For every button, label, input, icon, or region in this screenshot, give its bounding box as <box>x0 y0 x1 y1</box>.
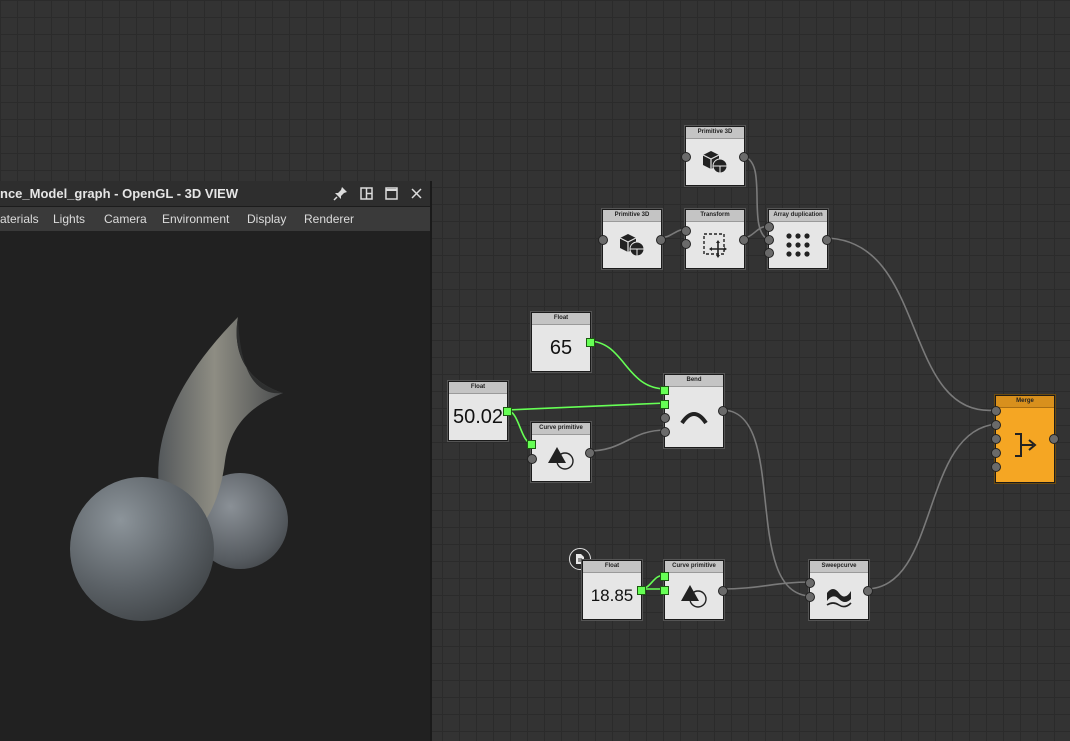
input-port[interactable] <box>660 413 670 423</box>
input-port[interactable] <box>681 152 691 162</box>
3d-view-title: nce_Model_graph - OpenGL - 3D VIEW <box>0 186 239 201</box>
triangle-circle-icon <box>548 447 574 470</box>
input-port[interactable] <box>991 420 1001 430</box>
menu-lights[interactable]: Lights <box>53 212 85 226</box>
node-primitive-3d-left[interactable]: Primitive 3D <box>598 209 666 269</box>
node-title: Transform <box>686 210 744 222</box>
input-port[interactable] <box>764 222 774 232</box>
output-port[interactable] <box>656 235 666 245</box>
node-title: Bend <box>665 375 723 387</box>
node-title: Float <box>532 313 590 325</box>
close-icon[interactable] <box>408 185 425 202</box>
float-value[interactable]: 18.85 <box>591 586 634 606</box>
3d-view-titlebar[interactable]: nce_Model_graph - OpenGL - 3D VIEW <box>0 181 430 207</box>
arc-icon <box>680 412 708 425</box>
input-port[interactable] <box>764 235 774 245</box>
node-bend[interactable]: Bend <box>660 374 728 448</box>
node-array-duplication[interactable]: Array duplication <box>764 209 832 269</box>
menu-environment[interactable]: Environment <box>162 212 229 226</box>
node-title: Curve primitive <box>665 561 723 573</box>
node-title: Array duplication <box>769 210 827 222</box>
wire-float65-to-bend <box>587 340 667 390</box>
node-primitive-3d-top[interactable]: Primitive 3D <box>681 126 749 186</box>
input-port[interactable] <box>991 462 1001 472</box>
node-float-50[interactable]: Float 50.02 <box>448 381 512 441</box>
node-title: Sweepcurve <box>810 561 868 573</box>
input-port[interactable] <box>598 235 608 245</box>
output-port[interactable] <box>739 152 749 162</box>
3d-view-panel: nce_Model_graph - OpenGL - 3D VIEW ateri… <box>0 181 432 741</box>
pin-icon[interactable] <box>332 185 349 202</box>
node-curve-primitive-1[interactable]: Curve primitive <box>527 422 595 482</box>
menu-display[interactable]: Display <box>247 212 286 226</box>
menu-materials[interactable]: aterials <box>0 212 39 226</box>
wire-curve2-to-sweepcurve <box>720 581 812 590</box>
node-merge[interactable]: Merge <box>991 395 1059 483</box>
triangle-circle-icon <box>681 585 707 608</box>
input-port[interactable] <box>805 578 815 588</box>
move-selection-icon <box>703 233 727 258</box>
input-port[interactable] <box>991 406 1001 416</box>
output-port[interactable] <box>718 586 728 596</box>
output-port[interactable] <box>739 235 749 245</box>
wire-bend-to-sweepcurve <box>721 409 812 597</box>
output-port[interactable] <box>585 448 595 458</box>
input-port[interactable] <box>681 226 691 236</box>
input-port[interactable] <box>805 592 815 602</box>
wire-array-to-merge <box>823 237 998 411</box>
input-port[interactable] <box>527 454 537 464</box>
maximize-icon[interactable] <box>383 185 400 202</box>
input-port[interactable] <box>660 427 670 437</box>
input-port[interactable] <box>991 448 1001 458</box>
input-port-connected[interactable] <box>660 400 669 409</box>
wave-icon <box>826 589 852 608</box>
output-port-connected[interactable] <box>637 586 646 595</box>
node-title: Primitive 3D <box>603 210 661 222</box>
input-port[interactable] <box>764 248 774 258</box>
output-port-connected[interactable] <box>586 338 595 347</box>
wire-curve1-to-bend <box>587 429 667 452</box>
output-port-connected[interactable] <box>503 407 512 416</box>
float-value[interactable]: 50.02 <box>453 406 503 429</box>
cube-sphere-icon <box>619 234 645 257</box>
output-port[interactable] <box>1049 434 1059 444</box>
node-title: Float <box>449 382 507 394</box>
node-transform[interactable]: Transform <box>681 209 749 269</box>
wire-sweepcurve-to-merge <box>865 423 998 590</box>
output-port[interactable] <box>718 406 728 416</box>
node-title: Primitive 3D <box>686 127 744 139</box>
grid-dots-icon <box>786 233 810 257</box>
node-title: Curve primitive <box>532 423 590 435</box>
input-port-connected[interactable] <box>660 572 669 581</box>
output-port[interactable] <box>863 586 873 596</box>
3d-view-menubar: aterials Lights Camera Environment Displ… <box>0 207 430 232</box>
menu-camera[interactable]: Camera <box>104 212 147 226</box>
node-title: Merge <box>996 396 1054 408</box>
cube-sphere-icon <box>702 151 728 174</box>
input-port[interactable] <box>991 434 1001 444</box>
node-float-18[interactable]: Float 18.85 <box>582 560 646 620</box>
split-view-icon[interactable] <box>358 185 375 202</box>
input-port-connected[interactable] <box>660 586 669 595</box>
wire-float50-to-bend <box>505 402 667 411</box>
input-port-connected[interactable] <box>527 440 536 449</box>
float-value[interactable]: 65 <box>550 337 572 360</box>
output-port[interactable] <box>822 235 832 245</box>
menu-renderer[interactable]: Renderer <box>304 212 354 226</box>
node-float-65[interactable]: Float 65 <box>531 312 595 372</box>
input-port-connected[interactable] <box>660 386 669 395</box>
input-port[interactable] <box>681 239 691 249</box>
merge-arrow-icon <box>1015 433 1037 457</box>
rendered-model <box>70 317 288 621</box>
node-sweepcurve[interactable]: Sweepcurve <box>805 560 873 620</box>
node-curve-primitive-2[interactable]: Curve primitive <box>660 560 728 620</box>
node-title: Float <box>583 561 641 573</box>
3d-viewport[interactable] <box>0 231 430 741</box>
